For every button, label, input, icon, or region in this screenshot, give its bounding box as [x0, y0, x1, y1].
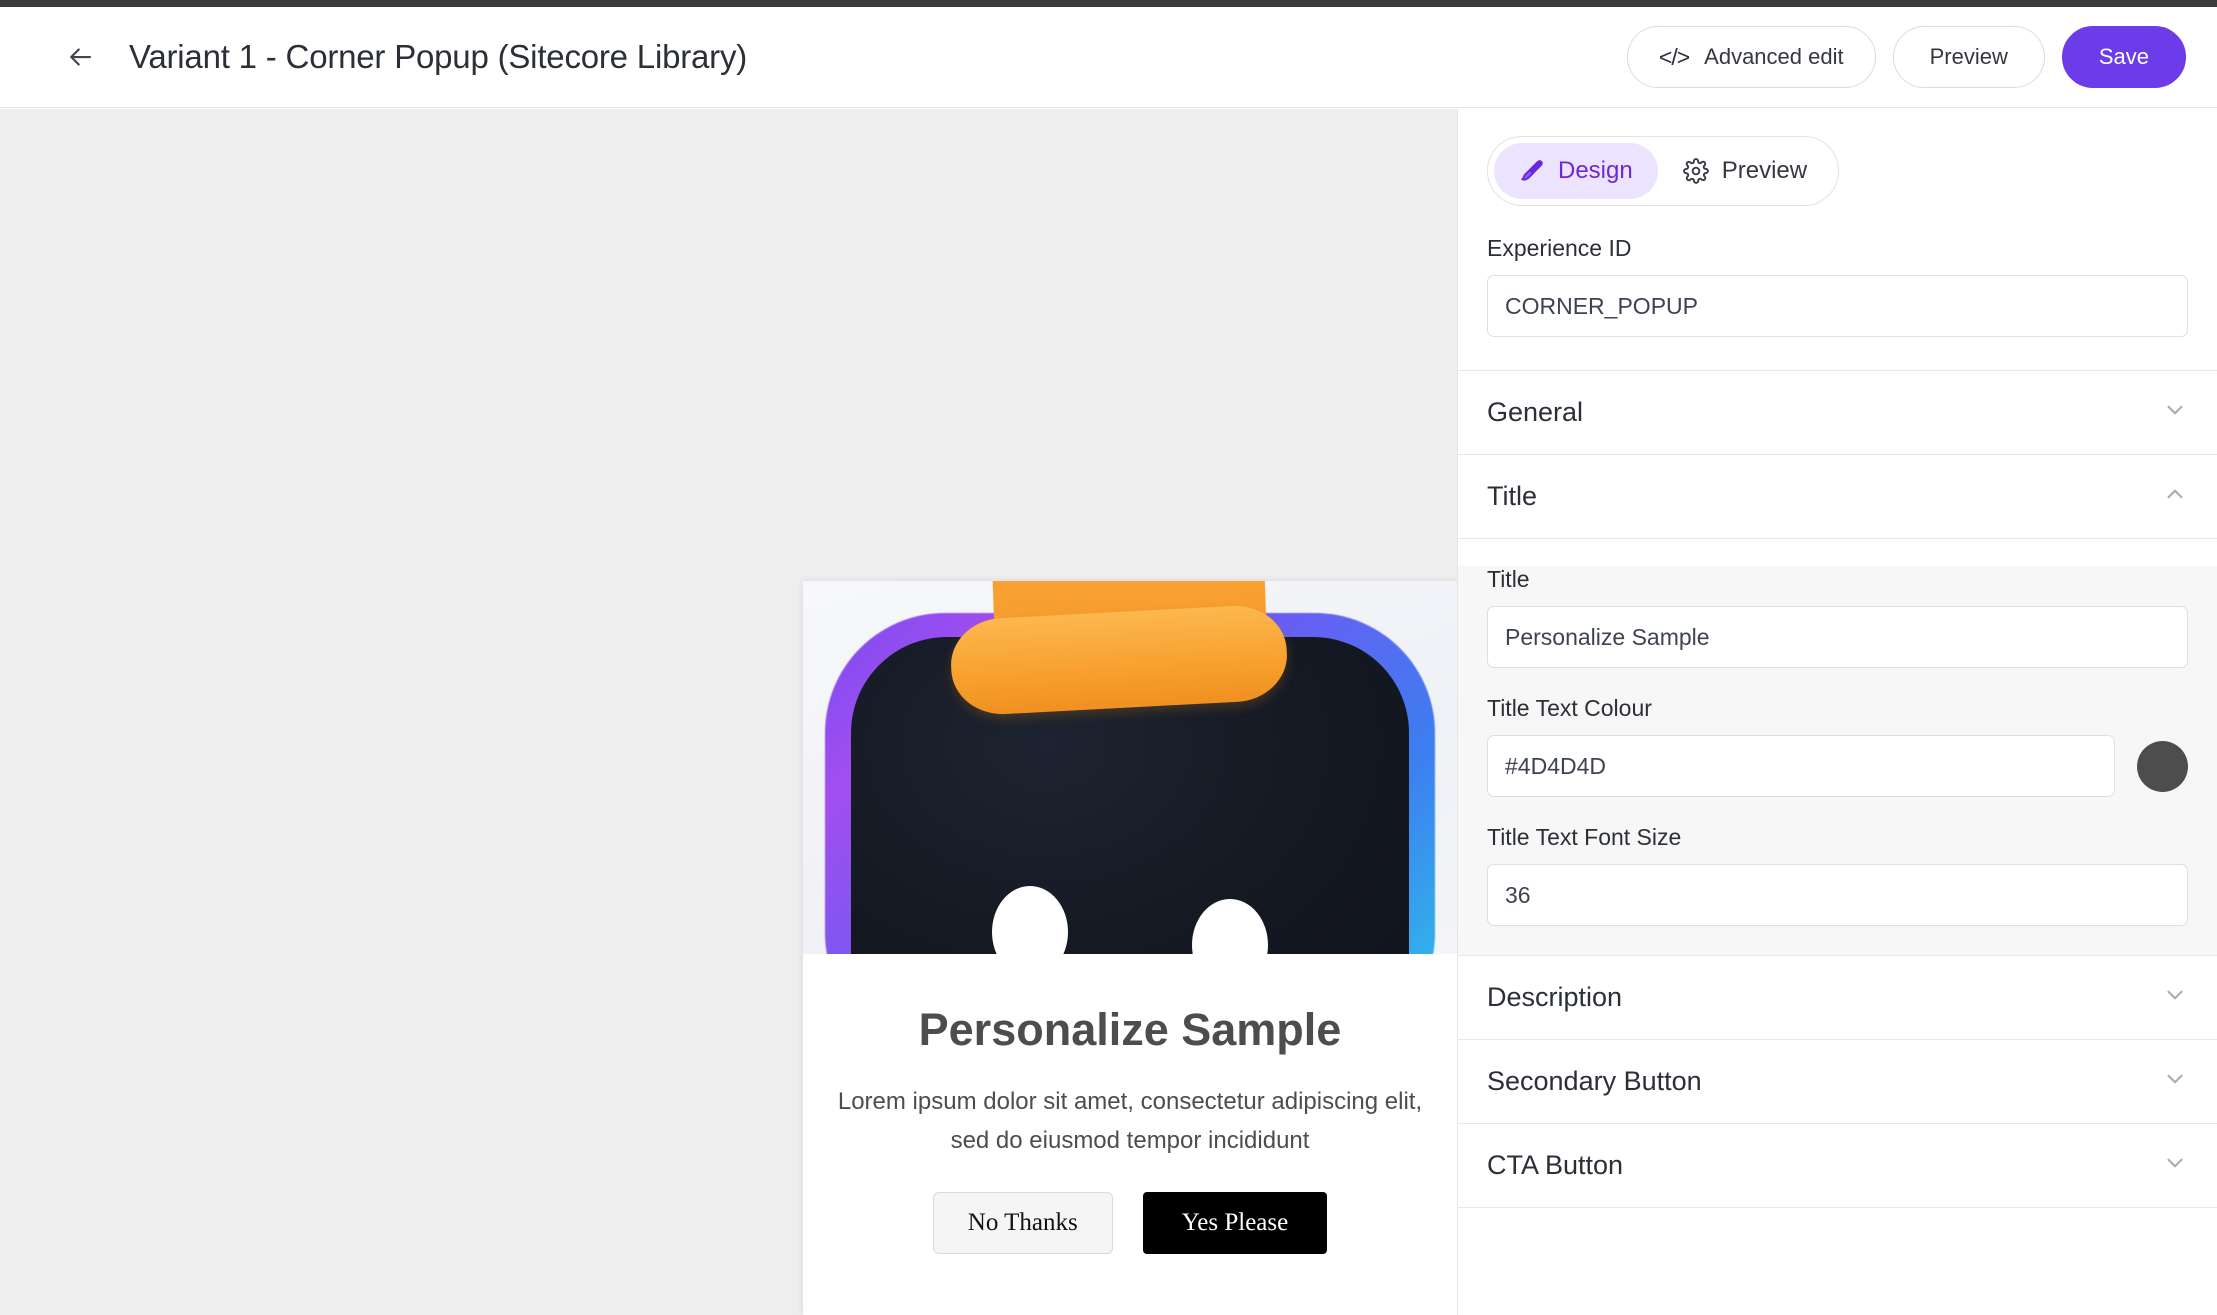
tab-preview[interactable]: Preview — [1658, 143, 1832, 199]
app-header: Variant 1 - Corner Popup (Sitecore Libra… — [0, 7, 2217, 108]
code-icon: </> — [1659, 44, 1689, 71]
popup-title: Personalize Sample — [837, 1004, 1423, 1055]
section-header-cta-button[interactable]: CTA Button — [1458, 1124, 2217, 1208]
mascot-eye-right — [1192, 899, 1268, 954]
title-colour-swatch[interactable] — [2137, 741, 2188, 792]
section-title-secondary-button: Secondary Button — [1487, 1066, 1702, 1097]
tab-design-label: Design — [1558, 157, 1633, 185]
section-header-title[interactable]: Title — [1458, 455, 2217, 539]
app-root: Variant 1 - Corner Popup (Sitecore Libra… — [0, 0, 2217, 1315]
experience-id-field: Experience ID — [1458, 235, 2217, 337]
title-field-label: Title — [1487, 566, 2188, 593]
mascot-eye-left — [992, 886, 1068, 954]
experience-id-input[interactable] — [1487, 275, 2188, 337]
section-title-cta-button: CTA Button — [1487, 1150, 1623, 1181]
popup-cta-button-label: Yes Please — [1182, 1209, 1289, 1236]
popup-description: Lorem ipsum dolor sit amet, consectetur … — [837, 1083, 1423, 1161]
experience-id-label: Experience ID — [1487, 235, 2188, 262]
section-header-general[interactable]: General — [1458, 371, 2217, 455]
title-colour-row — [1487, 735, 2188, 797]
title-font-size-input[interactable] — [1487, 864, 2188, 926]
mascot-illustration: ✦ — [803, 581, 1457, 954]
section-title-title: Title — [1487, 481, 1537, 512]
popup-secondary-button[interactable]: No Thanks — [933, 1192, 1113, 1254]
mascot-hat-brim — [949, 603, 1290, 716]
section-header-description[interactable]: Description — [1458, 956, 2217, 1040]
advanced-edit-button[interactable]: </> Advanced edit — [1627, 26, 1876, 88]
browser-top-strip — [0, 0, 2217, 7]
chevron-down-icon — [2162, 1150, 2188, 1181]
popup-button-row: No Thanks Yes Please — [837, 1192, 1423, 1254]
chevron-down-icon — [2162, 982, 2188, 1013]
paintbrush-icon — [1519, 158, 1545, 184]
preview-canvas: ✦ Personalize Sample Lorem ipsum dolor s… — [0, 109, 1457, 1315]
title-font-size-label: Title Text Font Size — [1487, 824, 2188, 851]
chevron-down-icon — [2162, 397, 2188, 428]
tab-preview-label: Preview — [1722, 157, 1807, 185]
section-body-title: Title Title Text Colour Title Text Font … — [1458, 566, 2217, 956]
panel-tab-group: Design Preview — [1487, 136, 1839, 206]
save-button-label: Save — [2099, 44, 2149, 70]
popup-secondary-button-label: No Thanks — [968, 1209, 1078, 1236]
save-button[interactable]: Save — [2062, 26, 2186, 88]
tab-design[interactable]: Design — [1494, 143, 1658, 199]
title-colour-input[interactable] — [1487, 735, 2115, 797]
chevron-down-icon — [2162, 1066, 2188, 1097]
section-title-description: Description — [1487, 982, 1622, 1013]
chevron-up-icon — [2162, 481, 2188, 512]
settings-panel: Design Preview Experience ID General — [1457, 109, 2217, 1315]
title-colour-label: Title Text Colour — [1487, 695, 2188, 722]
section-title-general: General — [1487, 397, 1583, 428]
popup-cta-button[interactable]: Yes Please — [1143, 1192, 1328, 1254]
popup-body: Personalize Sample Lorem ipsum dolor sit… — [803, 954, 1457, 1254]
gear-icon — [1683, 158, 1709, 184]
corner-popup-card[interactable]: ✦ Personalize Sample Lorem ipsum dolor s… — [803, 581, 1457, 1315]
page-title: Variant 1 - Corner Popup (Sitecore Libra… — [129, 38, 747, 76]
header-actions: </> Advanced edit Preview Save — [1627, 26, 2186, 88]
preview-button-label: Preview — [1930, 44, 2008, 70]
section-header-secondary-button[interactable]: Secondary Button — [1458, 1040, 2217, 1124]
back-arrow-icon[interactable] — [57, 34, 103, 80]
title-input[interactable] — [1487, 606, 2188, 668]
advanced-edit-label: Advanced edit — [1704, 44, 1843, 70]
mascot-mouth — [1082, 930, 1198, 954]
preview-button[interactable]: Preview — [1893, 26, 2045, 88]
